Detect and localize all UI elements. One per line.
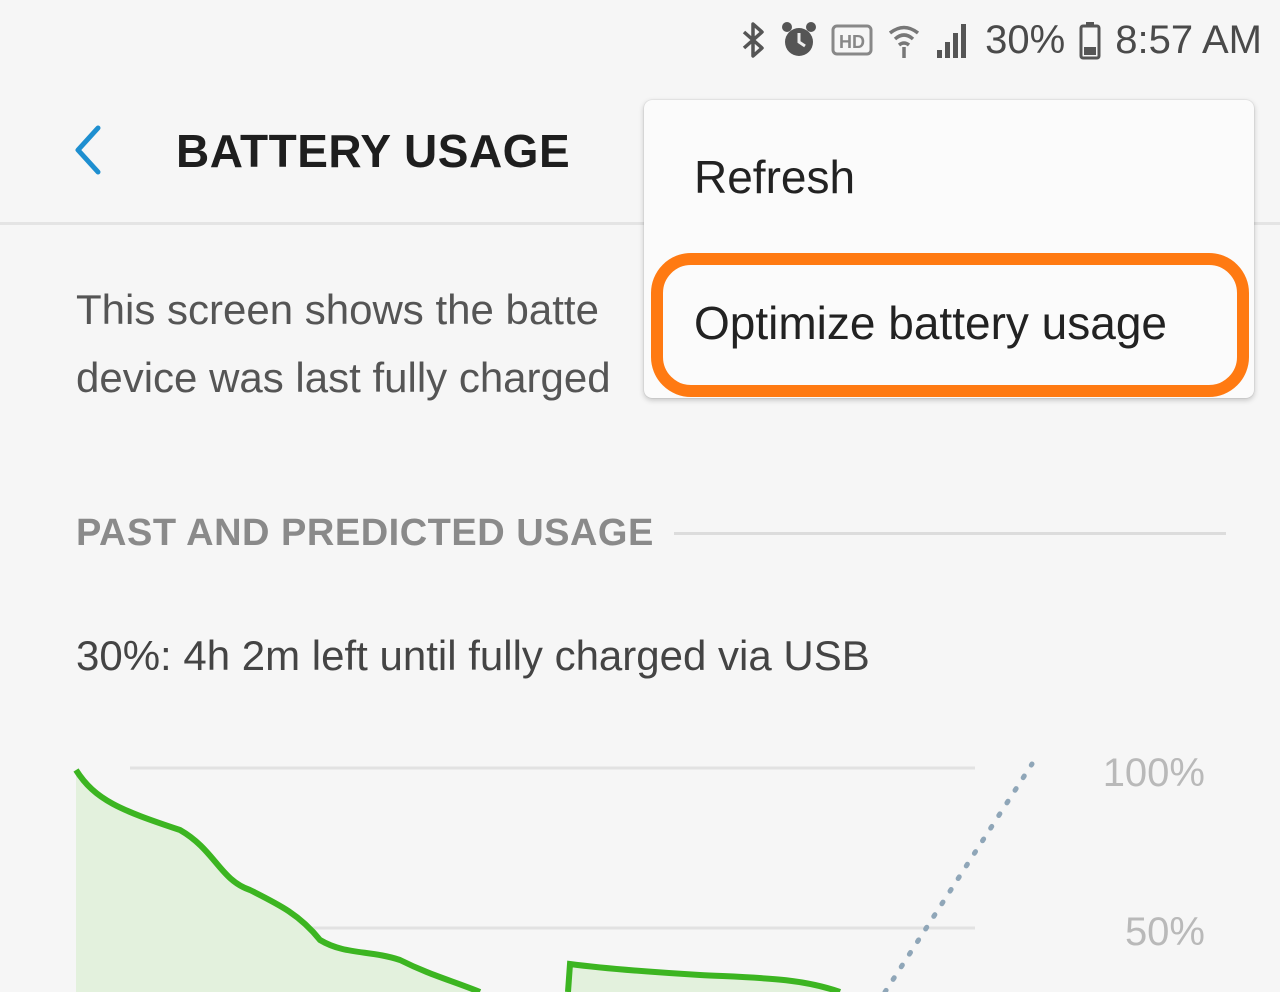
menu-item-refresh[interactable]: Refresh: [694, 150, 855, 204]
menu-item-optimize-battery-usage[interactable]: Optimize battery usage: [694, 296, 1167, 350]
chevron-left-icon: [75, 125, 101, 175]
battery-icon: [1079, 20, 1101, 60]
signal-icon: [935, 20, 971, 60]
hd-icon: HD: [831, 23, 873, 57]
axis-label-50: 50%: [1125, 910, 1205, 954]
svg-text:HD: HD: [839, 32, 865, 52]
bluetooth-icon: [741, 20, 767, 60]
overflow-menu: Refresh Optimize battery usage: [644, 100, 1254, 398]
usage-area: [76, 770, 480, 992]
section-header: PAST AND PREDICTED USAGE: [76, 508, 1226, 558]
clock: 8:57 AM: [1115, 17, 1262, 62]
charge-status: 30%: 4h 2m left until fully charged via …: [76, 632, 870, 679]
section-divider: [673, 531, 1226, 535]
section-title: PAST AND PREDICTED USAGE: [76, 511, 654, 554]
page-title: BATTERY USAGE: [176, 125, 571, 177]
wifi-icon: [887, 20, 921, 60]
back-button[interactable]: [56, 118, 120, 182]
usage-chart: 100% 50%: [73, 751, 1205, 992]
prediction-line: [882, 761, 1035, 992]
alarm-icon: [781, 20, 817, 60]
battery-percent: 30%: [985, 17, 1066, 62]
status-bar: HD 30% 8:57 AM: [741, 0, 1262, 80]
axis-label-100: 100%: [1103, 751, 1205, 795]
